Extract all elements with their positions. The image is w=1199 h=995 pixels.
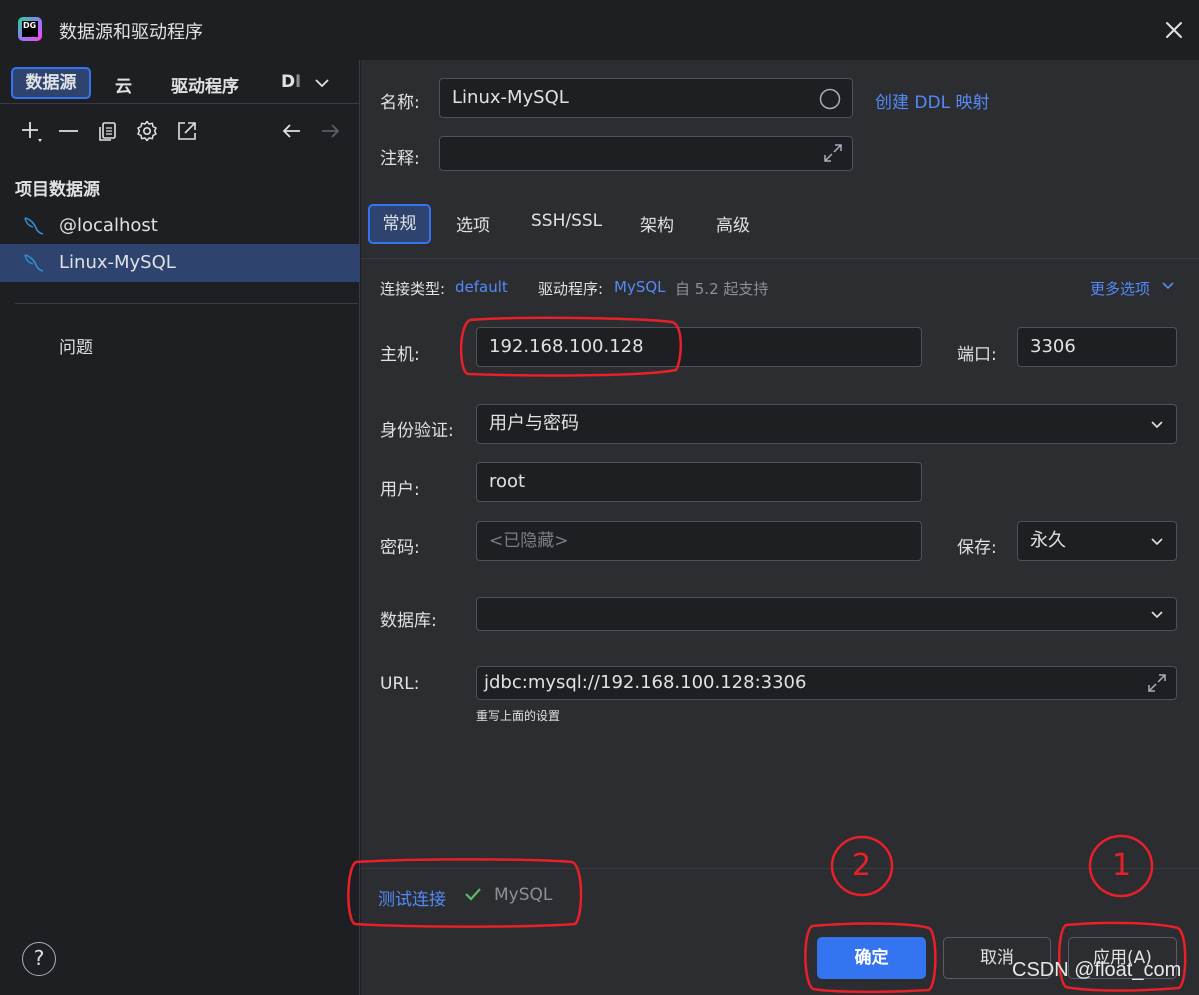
password-label: 密码: xyxy=(380,538,420,558)
host-label: 主机: xyxy=(380,345,420,365)
chevron-down-icon[interactable] xyxy=(313,76,331,90)
mysql-dolphin-icon xyxy=(24,217,44,235)
name-label: 名称: xyxy=(380,93,420,113)
url-input-value: jdbc:mysql://192.168.100.128:3306 xyxy=(484,672,807,693)
expand-icon[interactable] xyxy=(822,142,844,164)
more-options-link[interactable]: 更多选项 xyxy=(1090,278,1150,299)
save-label: 保存: xyxy=(957,538,997,558)
auth-select[interactable]: 用户与密码 xyxy=(476,404,1177,444)
test-connection-link[interactable]: 测试连接 xyxy=(378,885,446,910)
csdn-watermark: CSDN @float_com xyxy=(1012,959,1182,981)
save-select[interactable]: 永久 xyxy=(1017,521,1177,561)
create-ddl-mapping-link[interactable]: 创建 DDL 映射 xyxy=(875,88,989,113)
ok-button[interactable]: 确定 xyxy=(817,937,926,979)
datagrip-app-icon: DG xyxy=(18,17,42,41)
step2-annotation-number: 2 xyxy=(852,848,872,883)
project-datasources-heading: 项目数据源 xyxy=(15,180,100,200)
port-input[interactable]: 3306 xyxy=(1017,327,1177,367)
auth-label: 身份验证: xyxy=(380,421,454,441)
chevron-down-icon[interactable] xyxy=(1161,280,1175,292)
window-title: 数据源和驱动程序 xyxy=(59,22,203,43)
connection-type-label: 连接类型: xyxy=(380,280,446,298)
url-label: URL: xyxy=(380,674,420,694)
remove-icon[interactable] xyxy=(57,119,81,143)
driver-support-note: 自 5.2 起支持 xyxy=(675,280,769,298)
name-input-value: Linux-MySQL xyxy=(452,87,569,108)
host-input[interactable]: 192.168.100.128 xyxy=(476,327,922,367)
datasource-item-label: @localhost xyxy=(59,215,158,236)
divider xyxy=(361,868,1199,869)
database-label: 数据库: xyxy=(380,611,437,631)
datasource-item-localhost[interactable]: @localhost xyxy=(0,207,360,245)
forward-arrow-icon[interactable] xyxy=(318,119,342,143)
color-circle-icon[interactable] xyxy=(819,88,841,110)
divider xyxy=(0,103,360,104)
database-select[interactable] xyxy=(476,597,1177,631)
problems-item[interactable]: 问题 xyxy=(59,333,93,358)
gear-icon[interactable] xyxy=(135,119,159,143)
open-external-icon[interactable] xyxy=(175,119,199,143)
password-placeholder: <已隐藏> xyxy=(489,531,569,551)
tab-schemas[interactable]: 架构 xyxy=(640,211,674,236)
tab-drivers[interactable]: 驱动程序 xyxy=(171,72,239,97)
expand-icon[interactable] xyxy=(1146,672,1168,694)
left-panel xyxy=(0,60,360,995)
tab-general[interactable]: 常规 xyxy=(368,204,431,244)
step1-annotation-number: 1 xyxy=(1112,848,1132,883)
name-input[interactable]: Linux-MySQL xyxy=(439,78,853,118)
back-arrow-icon[interactable] xyxy=(280,119,304,143)
url-input[interactable]: jdbc:mysql://192.168.100.128:3306 xyxy=(476,666,1177,700)
user-input-value: root xyxy=(489,471,526,492)
test-result-label: MySQL xyxy=(494,885,553,905)
user-input[interactable]: root xyxy=(476,462,922,502)
tab-cloud[interactable]: 云 xyxy=(115,72,132,97)
datasource-item-linux-mysql[interactable]: Linux-MySQL xyxy=(0,244,360,282)
chevron-down-icon xyxy=(1151,538,1163,546)
driver-link[interactable]: MySQL xyxy=(614,278,666,296)
comment-input[interactable] xyxy=(439,136,853,171)
mysql-dolphin-icon xyxy=(24,254,44,272)
datasource-item-label: Linux-MySQL xyxy=(59,252,176,273)
tab-ssh-ssl[interactable]: SSH/SSL xyxy=(531,211,602,231)
port-label: 端口: xyxy=(957,345,997,365)
host-input-value: 192.168.100.128 xyxy=(489,336,644,357)
tab-advanced[interactable]: 高级 xyxy=(716,211,750,236)
chevron-down-icon xyxy=(1151,611,1163,619)
divider xyxy=(15,303,358,304)
divider xyxy=(361,258,1199,259)
tab-options[interactable]: 选项 xyxy=(456,211,490,236)
url-override-note: 重写上面的设置 xyxy=(476,709,561,723)
save-select-value: 永久 xyxy=(1030,530,1066,551)
connection-type-link[interactable]: default xyxy=(455,278,508,296)
tab-datasources[interactable]: 数据源 xyxy=(11,67,91,99)
password-input[interactable]: <已隐藏> xyxy=(476,521,922,561)
auth-select-value: 用户与密码 xyxy=(489,413,579,434)
help-button[interactable]: ? xyxy=(22,942,56,976)
tab-ddl[interactable]: DI xyxy=(281,72,303,92)
check-icon xyxy=(465,888,481,901)
chevron-down-icon xyxy=(1151,421,1163,429)
port-input-value: 3306 xyxy=(1030,336,1076,357)
comment-label: 注释: xyxy=(380,149,420,169)
user-label: 用户: xyxy=(380,480,420,500)
duplicate-icon[interactable] xyxy=(96,119,120,143)
close-icon[interactable] xyxy=(1160,16,1188,44)
add-icon[interactable] xyxy=(19,119,43,143)
driver-label: 驱动程序: xyxy=(538,280,604,298)
